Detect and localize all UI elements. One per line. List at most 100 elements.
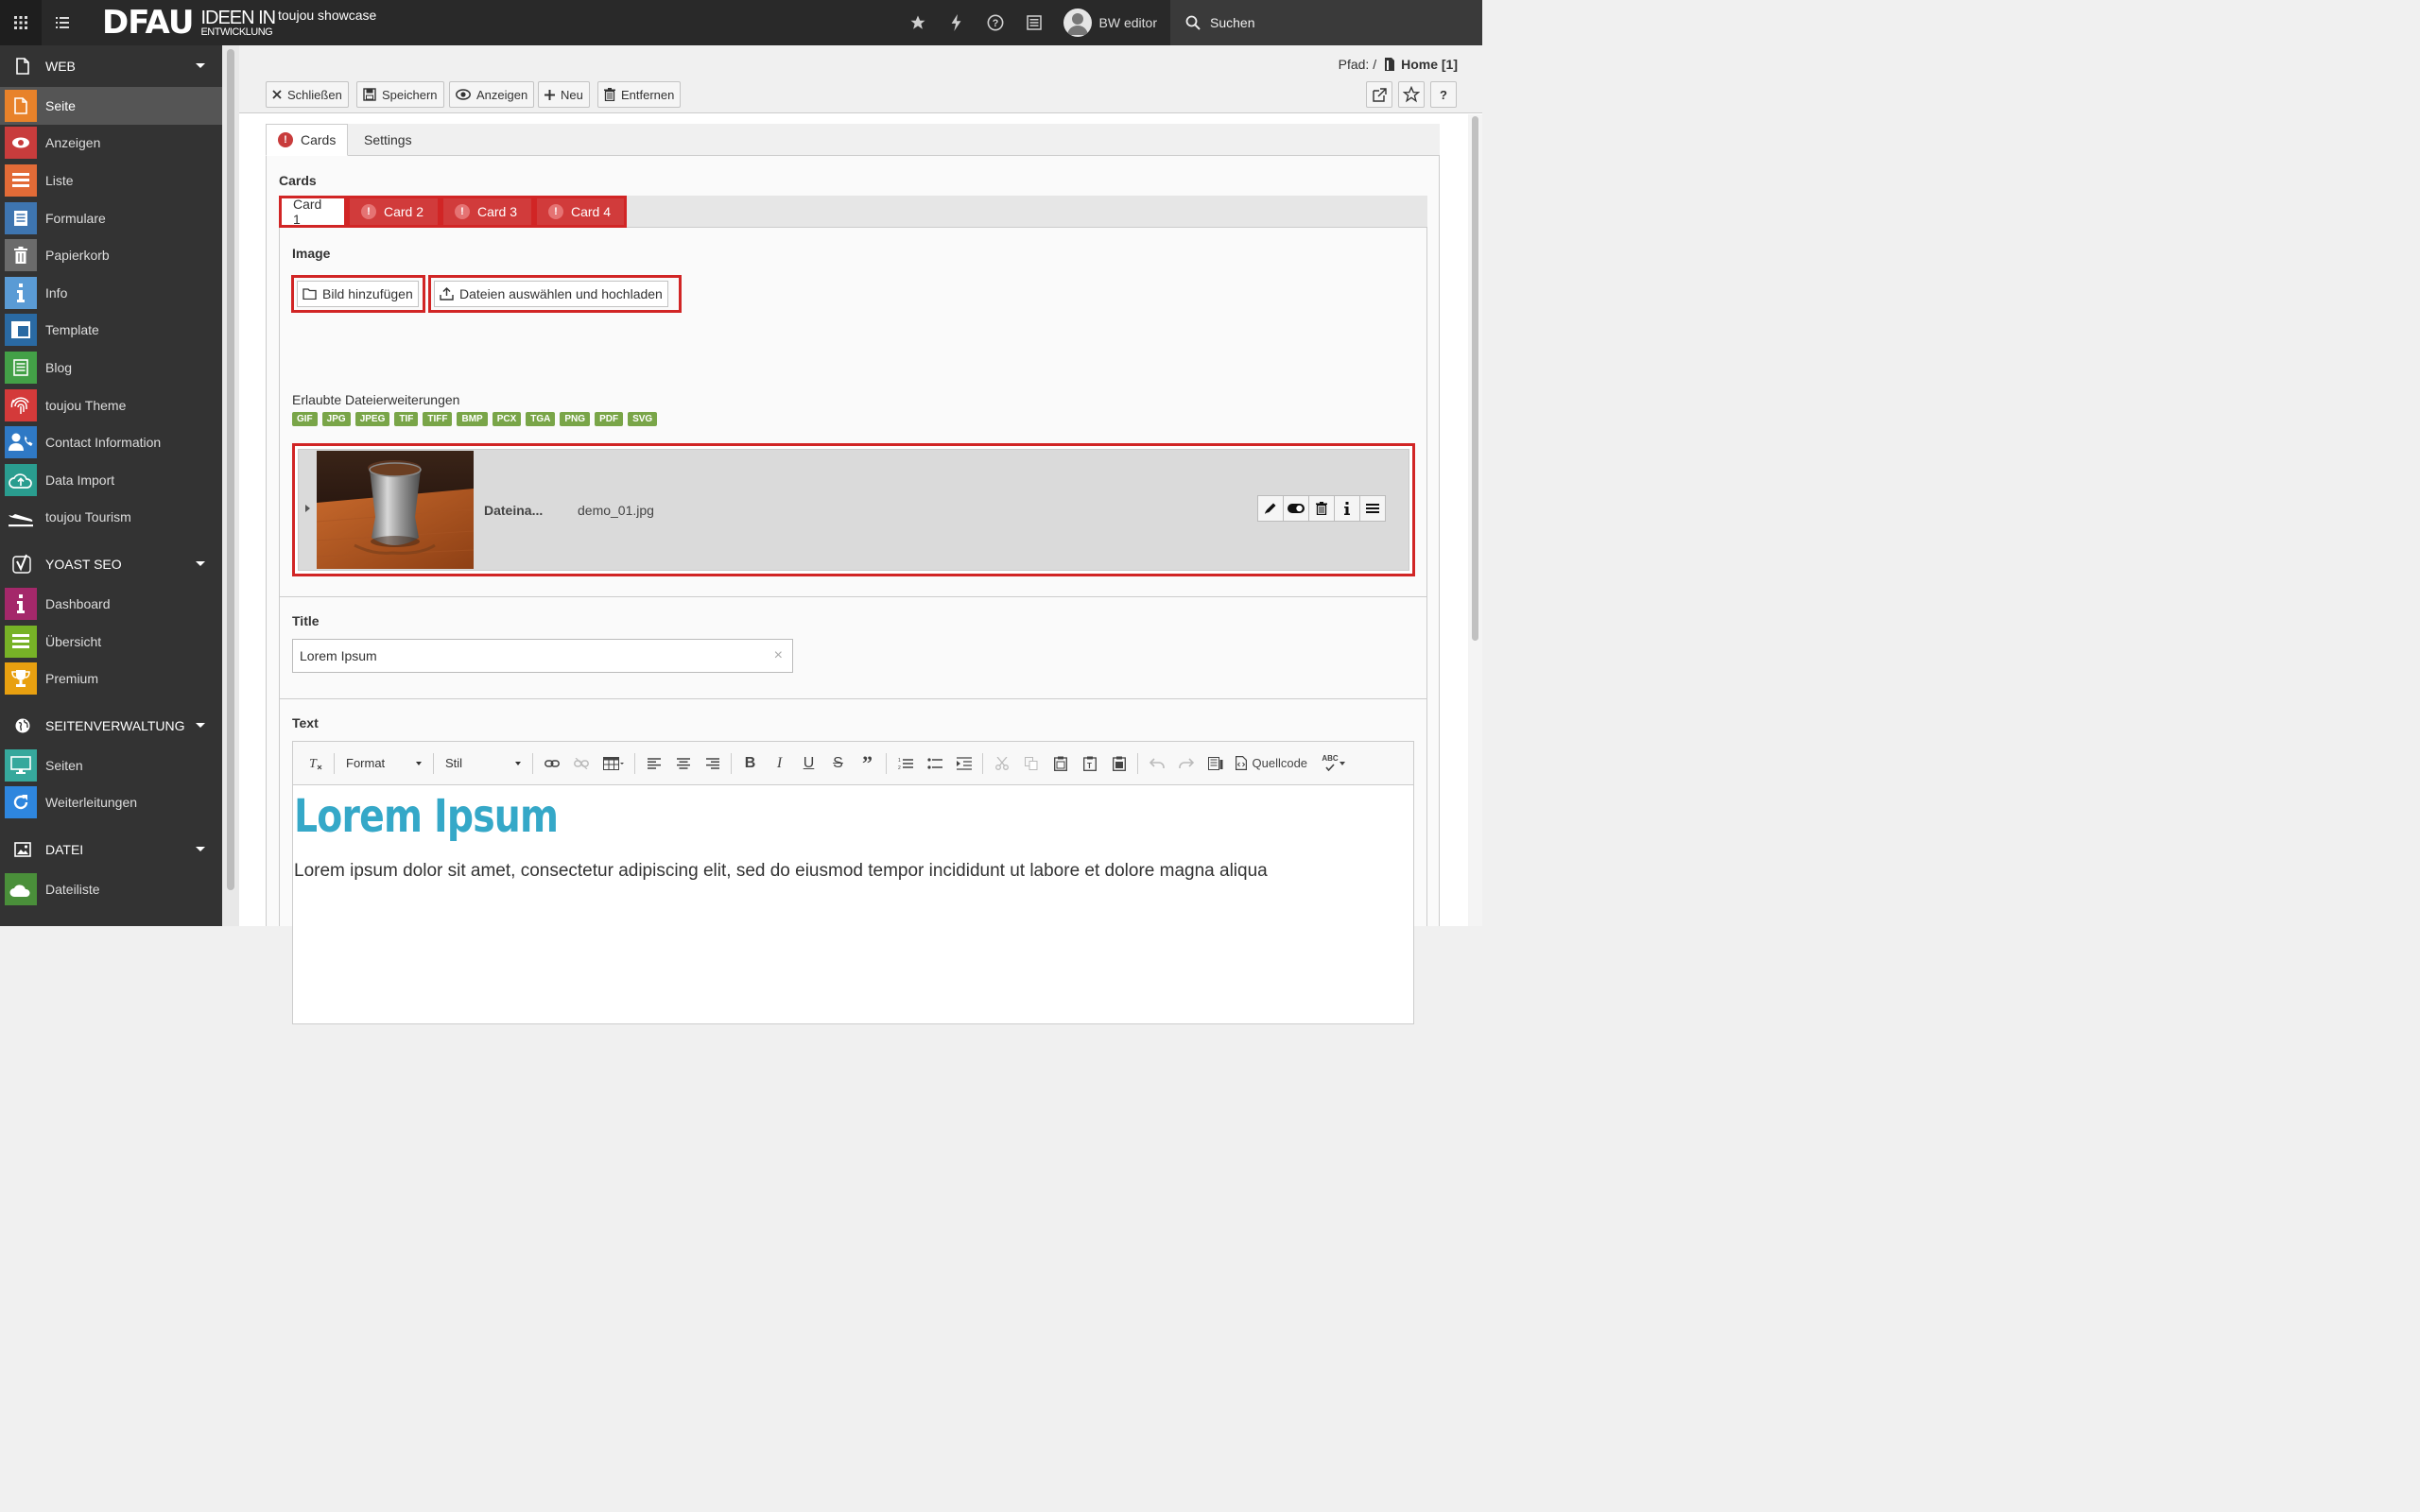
toggle-visibility-button[interactable] — [1283, 495, 1309, 522]
cloud-upload-icon — [5, 463, 37, 496]
bold-button[interactable]: B — [737, 750, 764, 777]
apps-grid-icon[interactable] — [0, 0, 42, 45]
strikethrough-button[interactable]: S — [825, 750, 852, 777]
align-left-button[interactable] — [641, 750, 667, 777]
sidebar-item-premium[interactable]: Premium — [0, 660, 222, 697]
globe-icon — [11, 718, 34, 733]
bullet-list-button[interactable] — [922, 750, 948, 777]
help-button[interactable]: ? — [1430, 81, 1457, 108]
align-right-button[interactable] — [700, 750, 726, 777]
upload-files-button[interactable]: Dateien auswählen und hochladen — [428, 275, 682, 313]
paste-text-button[interactable]: T — [1077, 750, 1103, 777]
tab-cards[interactable]: ! Cards — [266, 124, 349, 156]
menu-group-datei[interactable]: DATEI — [0, 829, 222, 870]
breadcrumb-page[interactable]: Home [1] — [1401, 57, 1458, 72]
strikethrough-icon: S — [833, 754, 843, 771]
logo[interactable]: DFAU IDEEN IN ENTWICKLUNG — [102, 4, 276, 42]
folder-icon — [302, 288, 317, 300]
align-center-button[interactable] — [670, 750, 697, 777]
source-button[interactable]: Quellcode — [1232, 750, 1312, 777]
file-info-button[interactable] — [1334, 495, 1360, 522]
tab-card-1[interactable]: Card 1 — [279, 196, 347, 228]
tab-settings[interactable]: Settings — [353, 124, 424, 156]
sidebar-item-papierkorb[interactable]: Papierkorb — [0, 236, 222, 274]
title-input[interactable] — [300, 648, 753, 663]
remove-format-button[interactable]: T — [302, 750, 329, 777]
link-button[interactable] — [539, 750, 565, 777]
sidebar-item-anzeigen[interactable]: Anzeigen — [0, 125, 222, 163]
style-select[interactable]: Stil — [438, 750, 528, 777]
content-scrollbar[interactable] — [1468, 114, 1482, 926]
open-new-window-button[interactable] — [1366, 81, 1392, 108]
blockquote-button[interactable]: ” — [855, 750, 881, 777]
flash-icon[interactable] — [938, 0, 977, 45]
system-info-icon[interactable] — [1015, 0, 1054, 45]
drag-handle[interactable] — [1359, 495, 1386, 522]
cut-button[interactable] — [989, 750, 1015, 777]
view-button[interactable]: Anzeigen — [449, 81, 535, 108]
editor-content[interactable]: Lorem Ipsum Lorem ipsum dolor sit amet, … — [293, 786, 1413, 1025]
sidebar-item-formulare[interactable]: Formulare — [0, 199, 222, 237]
undo-button[interactable] — [1144, 750, 1170, 777]
edit-button[interactable] — [1257, 495, 1284, 522]
chevron-down-icon — [196, 561, 205, 567]
tab-card-4[interactable]: ! Card 4 — [534, 196, 627, 228]
title-field[interactable]: × — [292, 639, 793, 673]
tree-toggle-icon[interactable] — [42, 0, 83, 45]
tab-card-2[interactable]: ! Card 2 — [347, 196, 441, 228]
sidebar-item-weiterleitungen[interactable]: Weiterleitungen — [0, 784, 222, 822]
svg-text:T: T — [1087, 762, 1092, 770]
sidebar-item-dateiliste[interactable]: Dateiliste — [0, 870, 222, 908]
align-left-icon — [647, 757, 661, 769]
help-icon[interactable]: ? — [977, 0, 1015, 45]
editor-heading[interactable]: Lorem Ipsum — [294, 790, 559, 843]
sidebar-item-contact-information[interactable]: Contact Information — [0, 423, 222, 461]
editor-paragraph[interactable]: Lorem ipsum dolor sit amet, consectetur … — [294, 861, 1268, 882]
sidebar-item-template[interactable]: Template — [0, 312, 222, 350]
search-input[interactable]: Suchen — [1170, 0, 1482, 45]
sidebar-item-data-import[interactable]: Data Import — [0, 461, 222, 499]
sidebar-item-liste[interactable]: Liste — [0, 162, 222, 199]
sidebar-item-übersicht[interactable]: Übersicht — [0, 623, 222, 661]
sidebar-item-info[interactable]: Info — [0, 274, 222, 312]
show-blocks-button[interactable] — [1202, 750, 1229, 777]
menu-group-yoast-seo[interactable]: YOAST SEO — [0, 543, 222, 585]
sidebar-item-seite[interactable]: Seite — [0, 87, 222, 125]
redo-button[interactable] — [1173, 750, 1200, 777]
indent-button[interactable] — [951, 750, 977, 777]
copy-button[interactable] — [1018, 750, 1045, 777]
close-button[interactable]: Schließen — [266, 81, 349, 108]
bookmark-button[interactable] — [1398, 81, 1425, 108]
menu-group-seitenverwaltung[interactable]: SEITENVERWALTUNG — [0, 705, 222, 747]
sidebar-item-dashboard[interactable]: Dashboard — [0, 585, 222, 623]
sidebar-item-blog[interactable]: Blog — [0, 349, 222, 387]
expand-icon[interactable] — [305, 505, 310, 512]
underline-button[interactable]: U — [796, 750, 822, 777]
yoast-icon — [11, 554, 34, 575]
image-thumbnail[interactable] — [317, 451, 474, 569]
sidebar-scrollbar[interactable] — [222, 45, 239, 926]
delete-button[interactable]: Entfernen — [597, 81, 682, 108]
format-select[interactable]: Format — [338, 750, 429, 777]
sidebar-item-seiten[interactable]: Seiten — [0, 747, 222, 784]
save-button[interactable]: Speichern — [356, 81, 444, 108]
paste-word-button[interactable] — [1106, 750, 1132, 777]
star-icon[interactable] — [899, 0, 938, 45]
new-button[interactable]: Neu — [538, 81, 590, 108]
italic-button[interactable]: I — [767, 750, 793, 777]
sidebar-item-toujou-tourism[interactable]: toujou Tourism — [0, 499, 222, 537]
user-menu[interactable]: BW editor — [1063, 9, 1157, 37]
delete-file-button[interactable] — [1308, 495, 1335, 522]
spellcheck-button[interactable]: ABC — [1321, 750, 1347, 777]
add-image-button[interactable]: Bild hinzufügen — [291, 275, 425, 313]
tab-card-3[interactable]: ! Card 3 — [441, 196, 534, 228]
table-button[interactable] — [597, 750, 630, 777]
clear-icon[interactable]: × — [774, 647, 783, 664]
extension-badge: BMP — [457, 412, 488, 426]
sidebar-item-label: Dateiliste — [45, 881, 100, 897]
unlink-button[interactable] — [568, 750, 595, 777]
sidebar-item-toujou-theme[interactable]: toujou Theme — [0, 387, 222, 424]
paste-button[interactable] — [1047, 750, 1074, 777]
menu-group-web[interactable]: WEB — [0, 45, 222, 87]
numbered-list-button[interactable]: 12 — [892, 750, 919, 777]
